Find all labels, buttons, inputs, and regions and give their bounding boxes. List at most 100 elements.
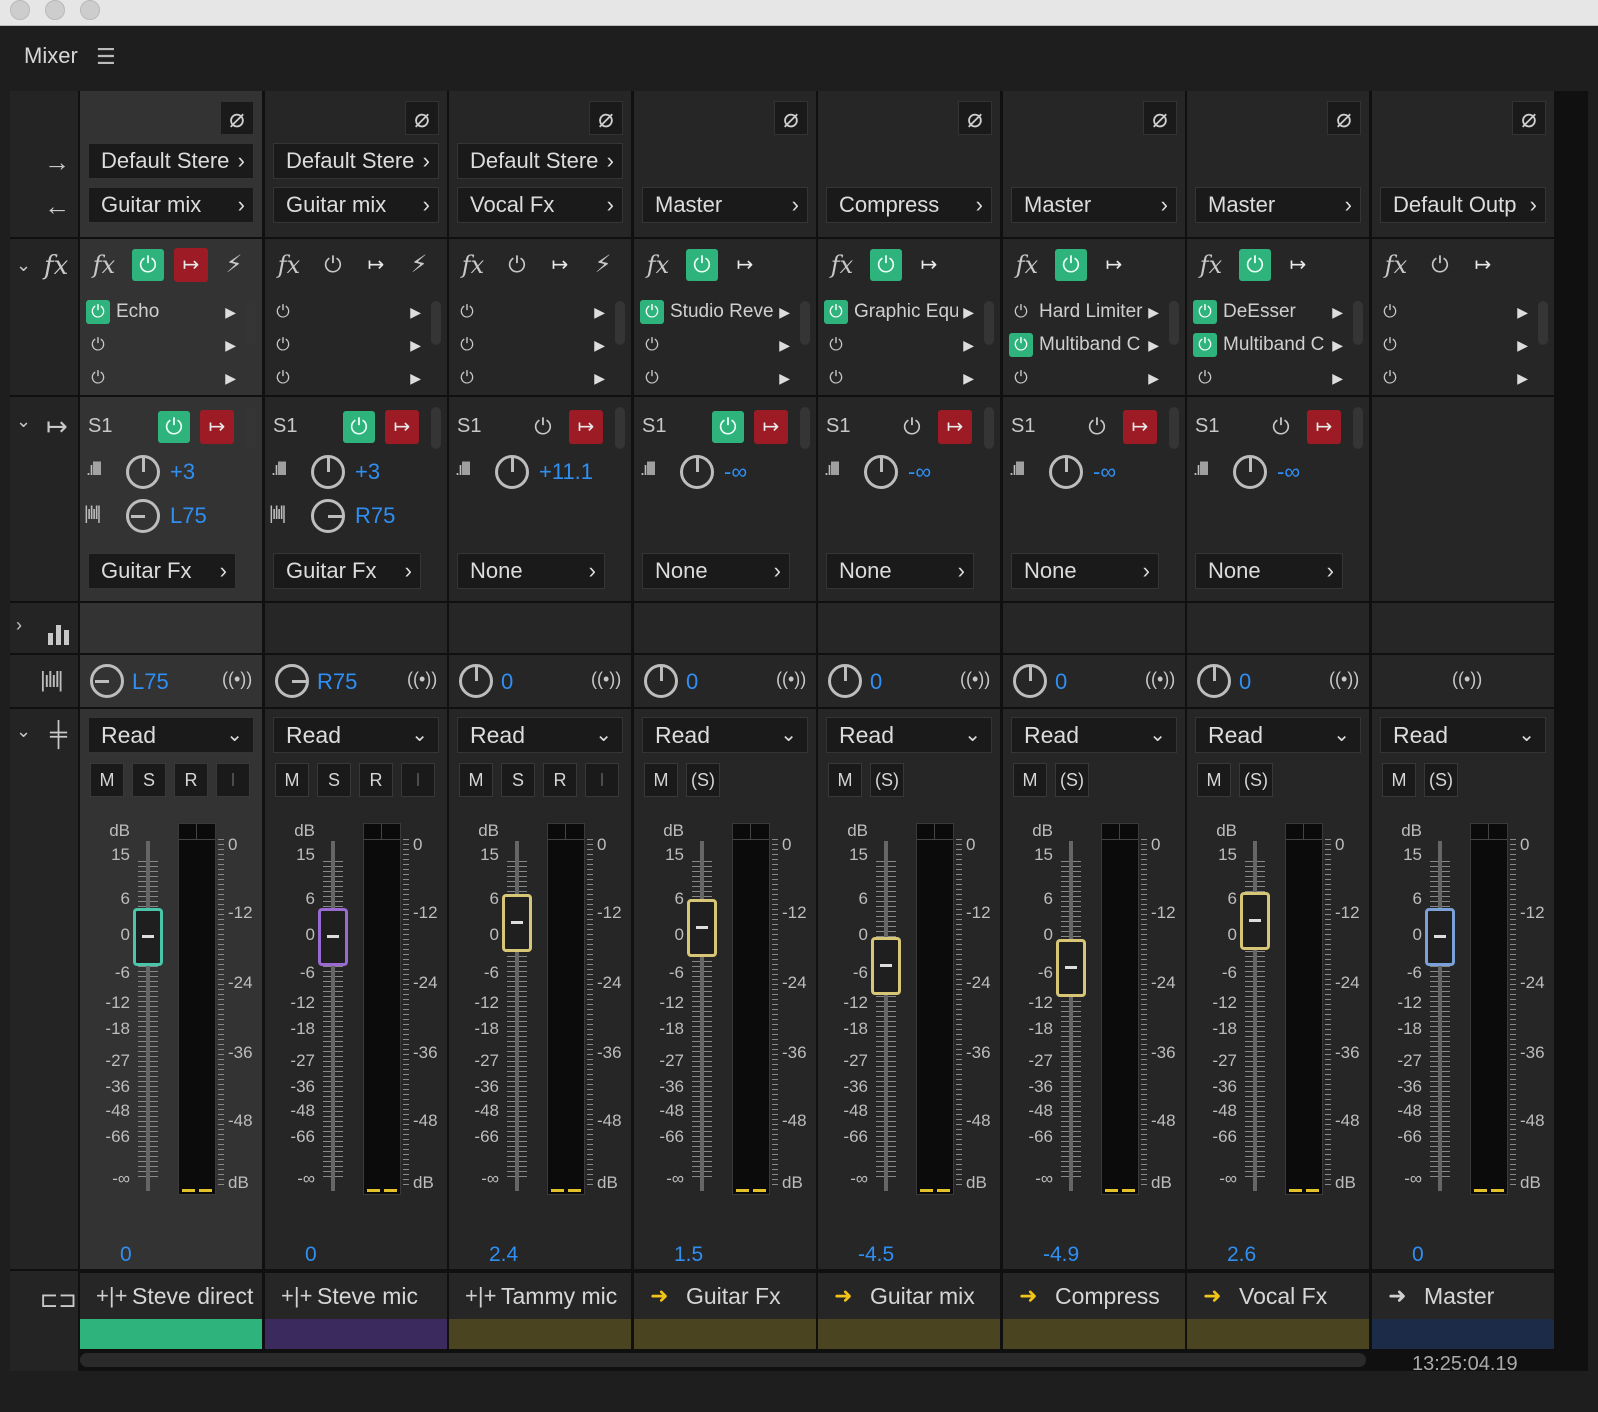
pre-fader-button[interactable]: ↦ [359, 248, 393, 282]
fx-slot[interactable]: ⏻ Multiband C ▶ [1007, 330, 1163, 360]
send-pre-button[interactable]: ↦ [385, 410, 419, 444]
output-select[interactable]: Compress › [826, 187, 992, 223]
send-pre-button[interactable]: ↦ [754, 410, 788, 444]
stereo-width-icon[interactable]: ((•)) [591, 669, 621, 690]
phase-invert-button[interactable]: ⌀ [1512, 101, 1546, 135]
play-arrow-icon[interactable]: ▶ [1148, 363, 1159, 393]
play-arrow-icon[interactable]: ▶ [779, 363, 790, 393]
play-arrow-icon[interactable]: ▶ [779, 297, 790, 327]
fx-slot[interactable]: ⏻ Echo ▶ [84, 297, 240, 327]
phase-invert-button[interactable]: ⌀ [1327, 101, 1361, 135]
output-select[interactable]: Master › [1195, 187, 1361, 223]
fx-power-button[interactable]: ⏻ [1055, 249, 1087, 281]
fx-slot-power-icon[interactable]: ⏻ [271, 366, 295, 390]
track-name[interactable]: +|+ Tammy mic [449, 1273, 631, 1319]
play-arrow-icon[interactable]: ▶ [225, 330, 236, 360]
fx-slot-power-icon[interactable]: ⏻ [455, 366, 479, 390]
meter-clip-indicator[interactable] [1102, 824, 1138, 840]
meter-clip-indicator[interactable] [917, 824, 953, 840]
volume-fader-handle[interactable] [871, 937, 901, 995]
stereo-width-icon[interactable]: ((•)) [1329, 669, 1359, 690]
send-destination-select[interactable]: Guitar Fx › [88, 553, 236, 589]
fx-slot-power-icon[interactable]: ⏻ [455, 300, 479, 324]
fx-slot[interactable]: ⏻ Hard Limiter ▶ [1007, 297, 1163, 327]
fx-slot[interactable]: ⏻ ▶ [1007, 363, 1163, 393]
msr-button-s[interactable]: S [317, 763, 351, 797]
send-pre-button[interactable]: ↦ [569, 410, 603, 444]
msr-button-r[interactable]: R [359, 763, 393, 797]
fx-slot-power-icon[interactable]: ⏻ [1009, 333, 1033, 357]
play-arrow-icon[interactable]: ▶ [1517, 297, 1528, 327]
fx-slot[interactable]: ⏻ ▶ [453, 363, 609, 393]
output-select[interactable]: Guitar mix › [88, 187, 254, 223]
volume-fader-handle[interactable] [1240, 892, 1270, 950]
meter-clip-indicator[interactable] [548, 824, 584, 840]
fx-slot[interactable]: ⏻ ▶ [269, 330, 425, 360]
track-name[interactable]: ➜ Guitar Fx [634, 1273, 816, 1319]
volume-fader-handle[interactable] [318, 908, 348, 966]
fx-slot[interactable]: ⏻ ▶ [638, 330, 794, 360]
fx-slot-power-icon[interactable]: ⏻ [824, 333, 848, 357]
fx-power-button[interactable]: ⏻ [686, 249, 718, 281]
fx-power-button[interactable]: ⏻ [1424, 249, 1456, 281]
collapse-chevron-icon[interactable]: ⌄ [16, 255, 31, 276]
pre-fader-button[interactable]: ↦ [543, 248, 577, 282]
volume-value[interactable]: 0 [120, 1243, 132, 1267]
fx-slot[interactable]: ⏻ ▶ [453, 297, 609, 327]
volume-value[interactable]: -4.9 [1043, 1243, 1079, 1267]
stereo-width-icon[interactable]: ((•)) [1452, 669, 1482, 690]
volume-fader-handle[interactable] [133, 908, 163, 966]
pre-fader-button[interactable]: ↦ [174, 248, 208, 282]
fx-slot-power-icon[interactable]: ⏻ [86, 300, 110, 324]
fx-slot-power-icon[interactable]: ⏻ [455, 333, 479, 357]
output-select[interactable]: Master › [642, 187, 808, 223]
send-destination-select[interactable]: Guitar Fx › [273, 553, 421, 589]
fx-slot[interactable]: ⏻ ▶ [84, 330, 240, 360]
horizontal-scrollbar[interactable] [80, 1353, 1366, 1367]
sends-scrollbar[interactable] [1353, 407, 1363, 449]
play-arrow-icon[interactable]: ▶ [1517, 330, 1528, 360]
msr-button-m[interactable]: M [644, 763, 678, 797]
fx-slot-power-icon[interactable]: ⏻ [824, 366, 848, 390]
volume-value[interactable]: 2.4 [489, 1243, 518, 1267]
play-arrow-icon[interactable]: ▶ [594, 297, 605, 327]
msr-button-m[interactable]: M [459, 763, 493, 797]
play-arrow-icon[interactable]: ▶ [1332, 297, 1343, 327]
msr-button-s[interactable]: S [501, 763, 535, 797]
fx-slot[interactable]: ⏻ ▶ [84, 363, 240, 393]
fx-slot[interactable]: ⏻ ▶ [638, 363, 794, 393]
lightning-icon[interactable]: ⚡ [218, 249, 250, 281]
output-select[interactable]: Default Outp › [1380, 187, 1546, 223]
phase-invert-button[interactable]: ⌀ [589, 101, 623, 135]
pre-fader-button[interactable]: ↦ [728, 248, 762, 282]
msr-button-m[interactable]: M [1382, 763, 1416, 797]
collapse-chevron-icon[interactable]: ⌄ [16, 411, 31, 432]
fx-slot-power-icon[interactable]: ⏻ [1009, 366, 1033, 390]
play-arrow-icon[interactable]: ▶ [963, 330, 974, 360]
fx-slot[interactable]: ⏻ Studio Rever ▶ [638, 297, 794, 327]
fx-scrollbar[interactable] [431, 301, 441, 345]
fx-slot[interactable]: ⏻ ▶ [822, 330, 978, 360]
fx-slot-power-icon[interactable]: ⏻ [824, 300, 848, 324]
send-level-knob[interactable] [495, 455, 529, 489]
automation-mode-select[interactable]: Read ⌄ [457, 717, 623, 753]
fx-slot[interactable]: ⏻ ▶ [1191, 363, 1347, 393]
fx-power-button[interactable]: ⏻ [132, 249, 164, 281]
track-name[interactable]: ➜ Guitar mix [818, 1273, 1000, 1319]
send-pan-knob[interactable] [126, 499, 160, 533]
fx-slot[interactable]: ⏻ ▶ [269, 363, 425, 393]
play-arrow-icon[interactable]: ▶ [779, 330, 790, 360]
pan-knob[interactable] [90, 664, 124, 698]
fx-slot[interactable]: ⏻ Multiband C ▶ [1191, 330, 1347, 360]
lightning-icon[interactable]: ⚡ [587, 249, 619, 281]
msr-button-r[interactable]: R [174, 763, 208, 797]
fx-slot[interactable]: ⏻ ▶ [453, 330, 609, 360]
sends-scrollbar[interactable] [615, 407, 625, 449]
fx-scrollbar[interactable] [1538, 301, 1548, 345]
fx-slot-power-icon[interactable]: ⏻ [1193, 366, 1217, 390]
volume-value[interactable]: 1.5 [674, 1243, 703, 1267]
send-pre-button[interactable]: ↦ [1307, 410, 1341, 444]
msr-button-s[interactable]: (S) [870, 763, 904, 797]
sends-scrollbar[interactable] [800, 407, 810, 449]
msr-button-i[interactable]: I [216, 763, 250, 797]
